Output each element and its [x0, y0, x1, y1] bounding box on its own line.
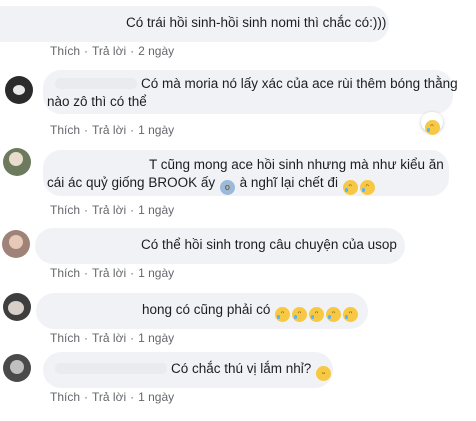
laughing-tears-icon: ᵔ: [359, 180, 375, 195]
comment-actions: Thích · Trả lời · 1 ngày: [50, 331, 174, 345]
like-link[interactable]: Thích: [50, 331, 80, 345]
like-link[interactable]: Thích: [50, 203, 80, 217]
avatar[interactable]: [3, 293, 31, 321]
laughing-tears-icon: ᵔ: [342, 180, 358, 195]
reply-link[interactable]: Trả lời: [92, 44, 126, 58]
comment-text: Có thể hồi sinh trong câu chuyện của uso…: [141, 237, 397, 252]
comment-bubble: Có trái hồi sinh-hồi sinh nomi thì chắc …: [0, 6, 389, 42]
comment-text-line2: nào zô thì có thể: [47, 94, 147, 109]
avatar[interactable]: [2, 230, 30, 258]
rolling-laughing-icon: ᵔ: [275, 307, 291, 322]
rolling-laughing-icon: ᵔ: [292, 307, 308, 322]
comment-bubble: T cũng mong ace hồi sinh nhưng mà như ki…: [43, 150, 449, 196]
author-name[interactable]: [48, 304, 138, 315]
separator-dot: ·: [130, 203, 135, 217]
separator-dot: ·: [130, 44, 135, 58]
comment-bubble: Có thể hồi sinh trong câu chuyện của uso…: [35, 228, 405, 264]
reply-link[interactable]: Trả lời: [92, 266, 126, 280]
comment-text-line1: T cũng mong ace hồi sinh nhưng mà như ki…: [149, 157, 444, 172]
like-link[interactable]: Thích: [50, 44, 80, 58]
author-name[interactable]: [55, 78, 137, 89]
comment-text: Có trái hồi sinh-hồi sinh nomi thì chắc …: [126, 15, 387, 30]
avatar[interactable]: [3, 148, 31, 176]
comment-bubble: Có mà moria nó lấy xác của ace rùi thêm …: [43, 70, 458, 114]
reply-link[interactable]: Trả lời: [92, 123, 126, 137]
reply-link[interactable]: Trả lời: [92, 203, 126, 217]
comment-actions: Thích · Trả lời · 2 ngày: [50, 44, 174, 58]
separator-dot: ·: [130, 123, 135, 137]
comment-actions: Thích · Trả lời · 1 ngày: [50, 390, 174, 404]
scream-icon: o: [219, 180, 235, 195]
timestamp[interactable]: 1 ngày: [138, 390, 174, 404]
laughing-tears-icon: ᵔ: [424, 120, 440, 135]
separator-dot: ·: [84, 123, 89, 137]
timestamp[interactable]: 1 ngày: [138, 266, 174, 280]
laughing-tears-icon: ᵔ: [326, 307, 342, 322]
timestamp[interactable]: 1 ngày: [138, 123, 174, 137]
avatar[interactable]: [5, 76, 33, 104]
separator-dot: ·: [130, 266, 135, 280]
comment-text-line2: cái ác quỷ giống BROOK ấy: [47, 175, 216, 190]
laughing-tears-icon: ᵔ: [343, 307, 359, 322]
separator-dot: ·: [84, 44, 89, 58]
comment-actions: Thích · Trả lời · 1 ngày: [50, 123, 174, 137]
comment-text-line2-cont: à nghĩ lại chết đi: [239, 175, 338, 190]
separator-dot: ·: [130, 390, 135, 404]
like-link[interactable]: Thích: [50, 390, 80, 404]
author-name[interactable]: [47, 239, 137, 250]
reaction-summary[interactable]: ᵔ: [421, 112, 443, 135]
comment-text-line1: Có mà moria nó lấy xác của ace rùi thêm …: [141, 76, 458, 91]
comment-actions: Thích · Trả lời · 1 ngày: [50, 203, 174, 217]
comment-actions: Thích · Trả lời · 1 ngày: [50, 266, 174, 280]
avatar[interactable]: [3, 354, 31, 382]
timestamp[interactable]: 1 ngày: [138, 203, 174, 217]
author-name[interactable]: [55, 159, 145, 170]
reply-link[interactable]: Trả lời: [92, 331, 126, 345]
comment-bubble: hong có cũng phải có ᵔᵔᵔᵔᵔ: [36, 293, 368, 329]
author-name[interactable]: [55, 363, 167, 374]
like-link[interactable]: Thích: [50, 266, 80, 280]
separator-dot: ·: [130, 331, 135, 345]
timestamp[interactable]: 1 ngày: [138, 331, 174, 345]
separator-dot: ·: [84, 266, 89, 280]
rolling-laughing-icon: ᵔ: [309, 307, 325, 322]
comment-text: Có chắc thú vị lắm nhỉ?: [171, 361, 312, 376]
grinning-icon: ᵕ: [316, 366, 332, 381]
comment-text: hong có cũng phải có: [142, 302, 271, 317]
reply-link[interactable]: Trả lời: [92, 390, 126, 404]
like-link[interactable]: Thích: [50, 123, 80, 137]
timestamp[interactable]: 2 ngày: [138, 44, 174, 58]
separator-dot: ·: [84, 331, 89, 345]
separator-dot: ·: [84, 203, 89, 217]
separator-dot: ·: [84, 390, 89, 404]
comment-bubble: Có chắc thú vị lắm nhỉ? ᵕ: [43, 352, 333, 388]
